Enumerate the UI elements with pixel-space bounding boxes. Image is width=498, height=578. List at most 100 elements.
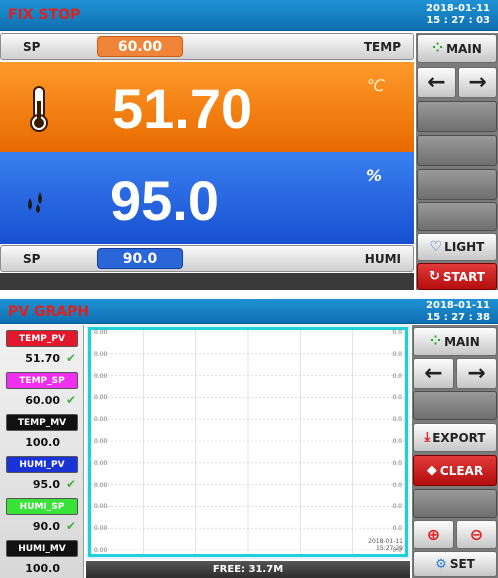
graph-x-end-label: 2018-01-11 15:27:29 (368, 538, 403, 552)
next-button-2[interactable]: → (456, 358, 497, 389)
zoom-out-icon: ⊖ (469, 525, 484, 544)
export-button[interactable]: ⤓ EXPORT (413, 423, 497, 452)
clock-date: 2018-01-11 (426, 3, 490, 14)
refresh-icon: ↻ (429, 269, 440, 284)
y-tick-label-right: 0.0 (392, 503, 402, 511)
gear-icon: ⚙ (435, 556, 447, 572)
y-tick-label-right: 0.0 (392, 459, 402, 467)
clock-2: 2018-01-11 15 : 27 : 38 (426, 300, 490, 324)
download-icon: ⤓ (424, 430, 431, 445)
zoom-in-button[interactable]: ⊕ (413, 520, 454, 549)
prev-button-2[interactable]: ← (413, 358, 454, 389)
main-button-2[interactable]: ⁘ MAIN (413, 327, 497, 356)
graph-plot: 0.00 0.00 0.00 0.00 0.00 0.00 0.00 0.00 0.00 0.00… (88, 327, 408, 557)
y-tick-label-left: 0.00 (94, 329, 108, 336)
graph-grid (91, 330, 405, 554)
check-icon: ✔ (65, 519, 76, 533)
start-button[interactable]: ↻ START (417, 263, 497, 290)
graph-x-end-time: 15:27:29 (376, 545, 403, 552)
legend-label[interactable]: HUMI_PV (6, 456, 78, 473)
clear-button[interactable]: ◆ CLEAR (413, 455, 497, 486)
y-tick-label-left: 0.00 (94, 394, 108, 402)
legend-value: 100.0 (6, 433, 78, 451)
legend-value-text: 100.0 (25, 561, 60, 575)
blank-button-3[interactable] (417, 169, 497, 200)
y-tick-label-right: 0.0 (392, 481, 402, 489)
legend-value-text: 60.00 (25, 393, 60, 407)
legend-label[interactable]: TEMP_PV (6, 330, 78, 347)
clock-date-2: 2018-01-11 (426, 300, 490, 311)
arrow-right-icon-2: → (467, 361, 486, 386)
prev-button[interactable]: ← (417, 67, 456, 98)
graph-frame: 0.00 0.00 0.00 0.00 0.00 0.00 0.00 0.00 0.00 0.00… (86, 325, 410, 559)
blank-button-6[interactable] (413, 489, 497, 518)
y-tick-label-right: 0.0 (392, 416, 402, 424)
light-button[interactable]: ♡ LIGHT (417, 233, 497, 261)
legend-label[interactable]: HUMI_SP (6, 498, 78, 515)
temp-name-label: TEMP (363, 40, 401, 54)
y-tick-label-left: 0.00 (94, 438, 108, 445)
blank-button-2[interactable] (417, 135, 497, 166)
eraser-icon: ◆ (426, 463, 437, 478)
check-icon: ✔ (65, 393, 76, 407)
humi-band: 95.0 % (0, 152, 414, 244)
humi-sp-value[interactable]: 90.0 (97, 248, 183, 269)
thermometer-icon (24, 83, 54, 133)
blank-button-5[interactable] (413, 391, 497, 420)
legend-value: 51.70 ✔ (6, 349, 78, 367)
temp-sp-label: SP (23, 40, 41, 54)
temp-sp-bar: SP 60.00 TEMP (0, 33, 414, 60)
legend-value: 100.0 (6, 559, 78, 577)
main-button[interactable]: ⁘ MAIN (417, 34, 497, 63)
y-tick-label-left: 0.00 (94, 350, 108, 358)
main-button-label: MAIN (446, 41, 482, 56)
main-button-2-label: MAIN (444, 334, 480, 349)
legend-label[interactable]: HUMI_MV (6, 540, 78, 557)
grid-icon: ⁘ (432, 41, 444, 56)
temp-unit: ℃ (367, 76, 385, 95)
legend-value-text: 51.70 (25, 351, 60, 365)
fix-stop-screen: FIX STOP 2018-01-11 15 : 27 : 03 SP 60.0… (0, 0, 498, 290)
check-icon: ✔ (65, 477, 76, 491)
humi-unit: % (366, 166, 383, 185)
legend-value: 95.0 ✔ (6, 475, 78, 493)
water-drops-icon (24, 184, 54, 214)
pv-graph-screen: PV GRAPH 2018-01-11 15 : 27 : 38 TEMP_PV… (0, 299, 498, 578)
title-bar-2: PV GRAPH 2018-01-11 15 : 27 : 38 (0, 299, 498, 324)
clock-time: 15 : 27 : 03 (426, 15, 490, 26)
y-tick-label-left: 0.00 (94, 416, 108, 424)
humi-name-label: HUMI (364, 252, 401, 266)
check-icon: ✔ (65, 351, 76, 365)
grid-icon-2: ⁘ (430, 334, 442, 349)
set-button[interactable]: ⚙ SET (413, 551, 497, 577)
legend-label[interactable]: TEMP_MV (6, 414, 78, 431)
legend-value-text: 95.0 (32, 477, 60, 491)
y-tick-label-left: 0.00 (94, 525, 108, 533)
legend-value-text: 90.0 (32, 519, 60, 533)
light-button-label: LIGHT (444, 240, 485, 254)
temp-pv-value: 51.70 (112, 77, 253, 140)
y-tick-label-right: 0.0 (392, 329, 402, 336)
blank-button-4[interactable] (417, 202, 497, 231)
y-tick-label-left: 0.00 (94, 503, 108, 511)
y-tick-label-left: 0.00 (94, 547, 108, 554)
set-button-label: SET (449, 557, 475, 571)
y-tick-label-left: 0.00 (94, 372, 108, 380)
bulb-icon: ♡ (429, 239, 443, 255)
next-button[interactable]: → (458, 67, 497, 98)
y-tick-label-right: 0.0 (392, 372, 402, 380)
zoom-out-button[interactable]: ⊖ (456, 520, 497, 549)
legend-label[interactable]: TEMP_SP (6, 372, 78, 389)
humi-pv-value: 95.0 (110, 169, 219, 232)
graph-x-end-date: 2018-01-11 (368, 538, 403, 545)
start-button-label: START (442, 269, 485, 284)
legend-value: 90.0 ✔ (6, 517, 78, 535)
temp-sp-value[interactable]: 60.00 (97, 36, 183, 57)
y-tick-label-right: 0.0 (392, 394, 402, 402)
y-tick-label-right: 0.0 (392, 438, 402, 445)
y-tick-label-left: 0.00 (94, 459, 108, 467)
arrow-left-icon: ← (427, 70, 446, 95)
legend-value: 60.00 ✔ (6, 391, 78, 409)
clear-button-label: CLEAR (439, 463, 484, 478)
blank-button-1[interactable] (417, 101, 497, 132)
